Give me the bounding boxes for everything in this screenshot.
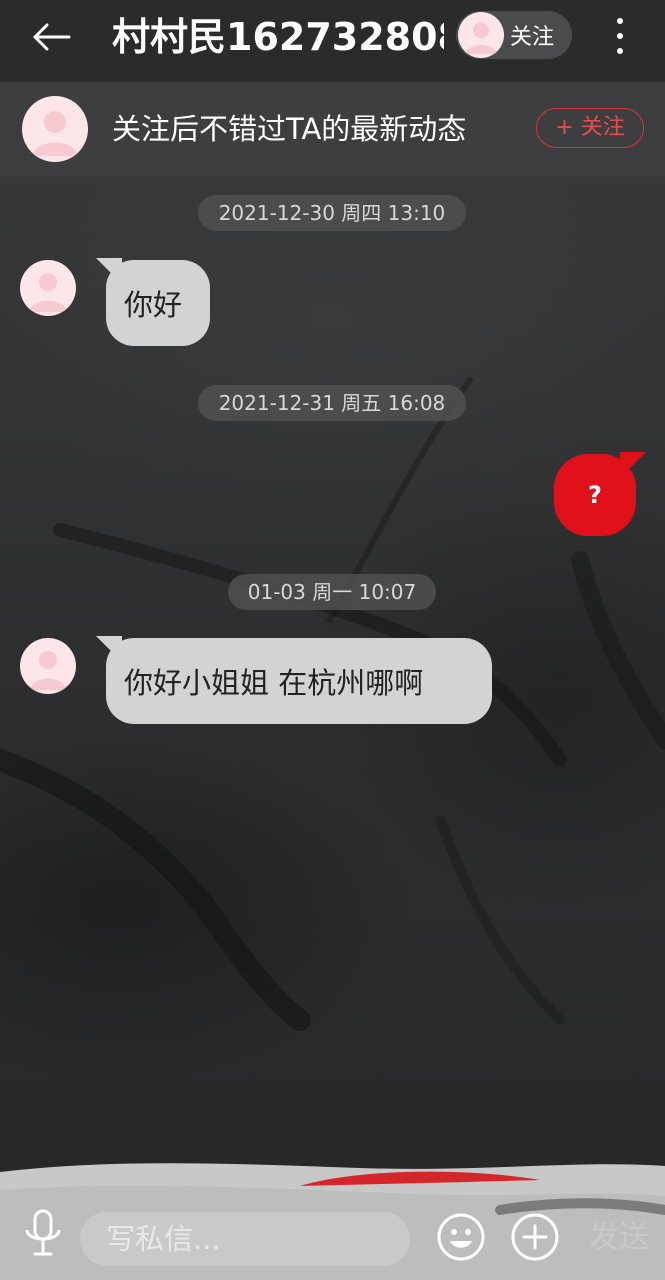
- user-avatar-icon: [32, 111, 78, 156]
- more-attachments-button[interactable]: [510, 1212, 560, 1262]
- banner-follow-button[interactable]: + 关注: [536, 108, 644, 148]
- sender-avatar[interactable]: [20, 260, 76, 316]
- smiley-icon: [437, 1213, 485, 1261]
- banner-text: 关注后不错过TA的最新动态: [112, 112, 467, 146]
- message-bubble-incoming[interactable]: 你好: [96, 258, 210, 346]
- plus-circle-icon: [511, 1213, 559, 1261]
- send-button[interactable]: 发送: [584, 1216, 654, 1260]
- arrow-left-icon: [33, 23, 71, 51]
- top-bar: 村村民162732808 关注: [0, 0, 665, 82]
- user-avatar-icon: [465, 22, 497, 54]
- message-text: 你好小姐姐 在杭州哪啊: [124, 666, 424, 700]
- message-text: 你好: [124, 288, 183, 322]
- message-text: ?: [588, 481, 602, 509]
- sender-avatar[interactable]: [20, 638, 76, 694]
- message-bubble-outgoing[interactable]: ?: [554, 452, 646, 536]
- follow-banner: 关注后不错过TA的最新动态 + 关注: [0, 82, 665, 176]
- back-button[interactable]: [26, 16, 76, 58]
- chat-title: 村村民162732808: [112, 15, 444, 59]
- header-follow-button[interactable]: 关注: [456, 11, 572, 59]
- emoji-button[interactable]: [436, 1212, 486, 1262]
- message-input[interactable]: [80, 1212, 410, 1266]
- more-options-button[interactable]: [604, 14, 636, 58]
- timestamp: 2021-12-30 周四 13:10: [198, 195, 466, 231]
- header-follow-label: 关注: [510, 25, 555, 50]
- message-bubble-incoming[interactable]: 你好小姐姐 在杭州哪啊: [96, 636, 492, 724]
- user-avatar-icon: [29, 273, 67, 312]
- voice-button[interactable]: [22, 1208, 64, 1258]
- banner-avatar[interactable]: [22, 96, 88, 162]
- user-avatar-icon: [29, 651, 67, 690]
- timestamp: 01-03 周一 10:07: [228, 574, 436, 610]
- more-vertical-icon: [617, 18, 623, 24]
- microphone-icon: [25, 1209, 61, 1256]
- input-bar: 发送: [0, 1150, 665, 1280]
- timestamp: 2021-12-31 周五 16:08: [198, 385, 466, 421]
- avatar: [458, 12, 504, 58]
